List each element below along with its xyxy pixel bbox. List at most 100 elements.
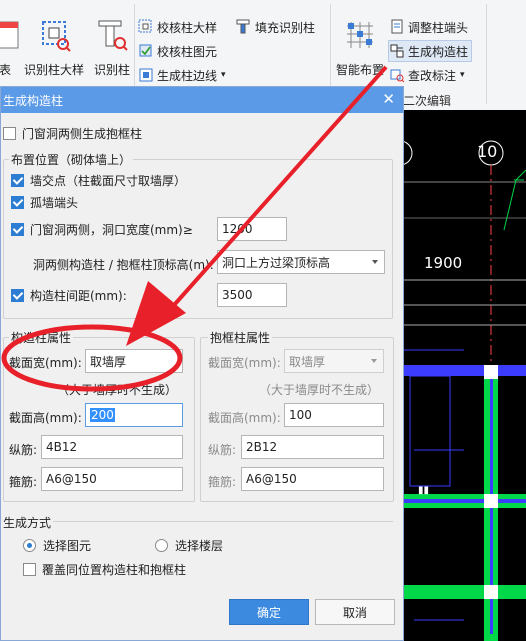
check-figure-icon	[139, 44, 152, 57]
top-elevation-select[interactable]: 洞口上方过梁顶标高	[217, 250, 385, 274]
door-window-both-sides-checkbox[interactable]: 门窗洞两侧，洞口宽度(mm)≥	[11, 221, 193, 238]
checkbox-box[interactable]	[23, 563, 36, 576]
check-column-figure-button[interactable]: 校核柱图元	[138, 41, 217, 61]
gen-column-edge-label: 生成柱边线	[157, 68, 218, 83]
fill-identify-column-label: 填充识别柱	[255, 20, 316, 35]
table-button-label: 表	[0, 63, 11, 77]
longitudinal-bar-input[interactable]: 4B12	[41, 435, 183, 459]
modify-annotation-label: 查改标注	[408, 68, 457, 83]
hug-section-width-label: 截面宽(mm):	[208, 356, 281, 370]
placement-legend: 布置位置（砌体墙上）	[9, 151, 134, 168]
fill-identify-icon	[236, 19, 250, 34]
longitudinal-bar-label: 纵筋:	[9, 443, 38, 457]
gen-constructional-column-label: 生成构造柱	[408, 44, 469, 59]
hug-longitudinal-label: 纵筋:	[208, 443, 237, 457]
column-spacing-label: 构造柱间距(mm):	[30, 289, 127, 303]
select-figure-radio[interactable]: 选择图元	[23, 537, 91, 554]
stirrup-label: 箍筋:	[9, 475, 38, 489]
select-floor-label: 选择楼层	[175, 539, 224, 553]
top-elevation-value: 洞口上方过梁顶标高	[222, 255, 331, 270]
hug-longitudinal-input[interactable]: 2B12	[241, 435, 384, 459]
cancel-button[interactable]: 取消	[315, 599, 395, 625]
adjust-column-end-button[interactable]: 调整柱端头	[389, 17, 468, 37]
door-window-both-sides-label: 门窗洞两侧，洞口宽度(mm)≥	[30, 223, 193, 237]
hug-section-width-select: 取墙厚	[284, 349, 384, 373]
column-spacing-input[interactable]: 3500	[217, 283, 287, 307]
column-detail-icon	[42, 21, 71, 52]
dropdown-arrow-icon: ▾	[460, 70, 465, 80]
smart-layout-button[interactable]: 智能布置	[334, 0, 386, 78]
section-width-label: 截面宽(mm):	[9, 356, 82, 370]
generate-constructional-column-dialog: 生成构造柱 ✕ 门窗洞两侧生成抱框柱 布置位置（砌体墙上） 墙交点（柱截面尺寸取…	[0, 86, 404, 641]
adjust-end-icon	[391, 19, 403, 34]
select-floor-radio[interactable]: 选择楼层	[155, 537, 223, 554]
cad-drawing-area[interactable]: ▮▮ 10 1900	[404, 110, 526, 641]
column-spacing-checkbox[interactable]: 构造柱间距(mm):	[11, 287, 127, 304]
gen-column-edge-button[interactable]: 生成柱边线 ▾	[138, 65, 226, 85]
cad-drawing: ▮▮	[404, 140, 526, 641]
check-column-figure-label: 校核柱图元	[157, 44, 218, 59]
table-button[interactable]: 表	[0, 0, 20, 78]
generate-mode-divider	[1, 521, 393, 522]
hug-section-height-input[interactable]: 100	[284, 403, 384, 427]
chevron-down-icon	[371, 359, 377, 363]
gen-hug-column-checkbox[interactable]: 门窗洞两侧生成抱框柱	[3, 125, 142, 142]
dimension-text: 1900	[424, 254, 463, 272]
svg-text:▮▮: ▮▮	[418, 485, 429, 496]
generate-mode-legend: 生成方式	[1, 514, 54, 531]
constructional-legend: 构造柱属性	[9, 329, 74, 346]
gen-constructional-column-button[interactable]: 生成构造柱	[388, 40, 473, 62]
ok-button[interactable]: 确定	[229, 599, 309, 625]
smart-layout-icon	[347, 22, 373, 48]
secondary-edit-group-label: 二次编辑	[403, 94, 452, 108]
checkbox-checked[interactable]	[11, 223, 24, 236]
identify-column-button[interactable]: 识别柱	[90, 0, 134, 78]
wall-intersection-label: 墙交点（柱截面尺寸取墙厚）	[30, 174, 187, 188]
column-edge-icon	[139, 68, 153, 82]
adjust-column-end-label: 调整柱端头	[408, 20, 469, 35]
hug-section-height-label: 截面高(mm):	[208, 411, 281, 425]
isolated-wall-end-label: 孤墙端头	[30, 196, 79, 210]
hug-section-width-note: （大于墙厚时不生成）	[259, 383, 380, 397]
hug-section-width-value: 取墙厚	[289, 354, 326, 369]
gen-hug-column-label: 门窗洞两侧生成抱框柱	[22, 127, 143, 141]
hug-stirrup-input[interactable]: A6@150	[241, 467, 384, 491]
check-column-detail-button[interactable]: 校核柱大样	[138, 17, 217, 37]
check-detail-icon	[138, 19, 152, 33]
checkbox-checked[interactable]	[11, 174, 24, 187]
hug-legend: 抱框柱属性	[208, 329, 273, 346]
chevron-down-icon	[372, 260, 378, 264]
smart-layout-label: 智能布置	[335, 63, 384, 77]
identify-column-label: 识别柱	[93, 63, 130, 77]
section-height-input[interactable]: 200	[85, 403, 183, 427]
fill-identify-column-button[interactable]: 填充识别柱	[236, 17, 315, 37]
opening-width-input[interactable]: 1200	[217, 217, 287, 241]
radio-unselected[interactable]	[155, 539, 168, 552]
checkbox-checked[interactable]	[11, 196, 24, 209]
section-width-note: （大于墙厚时不生成）	[57, 383, 178, 397]
identify-column-detail-label: 识别柱大样	[23, 63, 84, 77]
constructional-column-icon	[390, 44, 404, 58]
override-checkbox[interactable]: 覆盖同位置构造柱和抱框柱	[23, 561, 186, 578]
identify-column-detail-button[interactable]: 识别柱大样	[22, 0, 86, 78]
radio-selected[interactable]	[23, 539, 36, 552]
dialog-titlebar[interactable]: 生成构造柱	[1, 87, 403, 113]
section-width-input[interactable]: 取墙厚	[85, 349, 183, 373]
checkbox-box[interactable]	[3, 127, 16, 140]
check-column-detail-label: 校核柱大样	[157, 20, 218, 35]
section-height-label: 截面高(mm):	[9, 411, 82, 425]
close-icon[interactable]: ✕	[382, 91, 395, 107]
modify-annotation-button[interactable]: 查改标注 ▾	[389, 65, 465, 85]
top-elevation-label: 洞两侧构造柱 / 抱框柱顶标高(m):	[33, 258, 214, 272]
dropdown-arrow-icon: ▾	[221, 70, 226, 80]
isolated-wall-end-checkbox[interactable]: 孤墙端头	[11, 194, 78, 211]
axis-number: 10	[477, 142, 498, 161]
identify-column-icon	[98, 20, 128, 51]
override-label: 覆盖同位置构造柱和抱框柱	[42, 563, 187, 577]
checkbox-checked[interactable]	[11, 289, 24, 302]
stirrup-input[interactable]: A6@150	[41, 467, 183, 491]
dialog-title: 生成构造柱	[3, 93, 64, 108]
ribbon-separator	[486, 4, 487, 104]
modify-annotation-icon	[390, 69, 405, 83]
wall-intersection-checkbox[interactable]: 墙交点（柱截面尺寸取墙厚）	[11, 172, 186, 189]
